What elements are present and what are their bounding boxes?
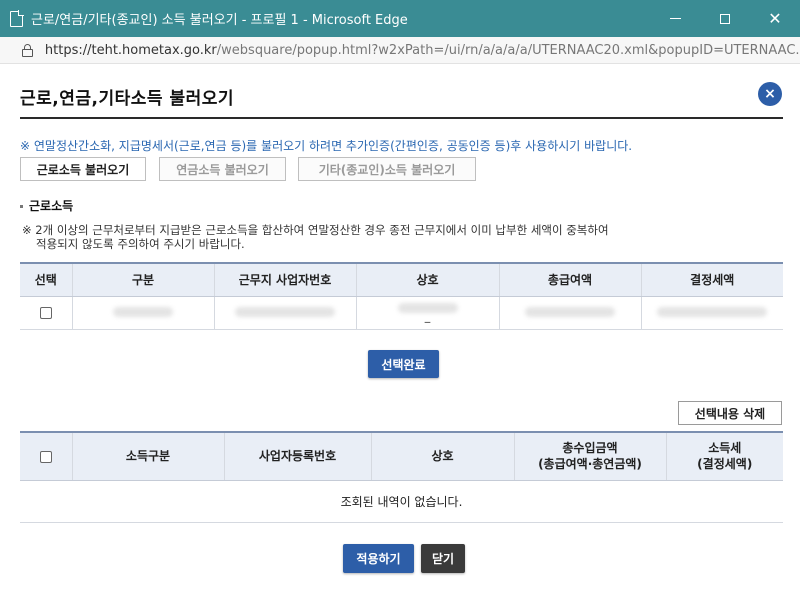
redacted-tax <box>657 306 768 317</box>
redacted-type <box>113 306 173 317</box>
col-type: 구분 <box>71 262 214 297</box>
close-button[interactable]: 닫기 <box>421 544 465 573</box>
empty-message: 조회된 내역이 없습니다. <box>20 480 783 523</box>
delete-selection-button[interactable]: 선택내용 삭제 <box>678 401 782 425</box>
popup-title: 근로,연금,기타소득 불러오기 <box>20 89 235 109</box>
auth-notice: ※ 연말정산간소화, 지급명세서(근로,연금 등)를 불러오기 하려면 추가인증… <box>20 139 633 153</box>
document-icon <box>10 10 24 27</box>
col-total-pay: 총급여액 <box>498 262 641 297</box>
address-bar[interactable]: https://teht.hometax.go.kr/websquare/pop… <box>0 37 800 64</box>
earned-income-table: 선택 구분 근무지 사업자번호 상호 총급여액 결정세액 _ <box>20 262 783 330</box>
redacted-biz-no <box>235 306 335 317</box>
duplicate-tax-warning: ※ 2개 이상의 근무처로부터 지급받은 근로소득을 합산하여 연말정산한 경우… <box>22 223 609 251</box>
maximize-button[interactable] <box>700 0 750 37</box>
bullet-icon <box>20 205 23 208</box>
select-all-checkbox[interactable] <box>39 450 52 463</box>
popup-close-button[interactable]: × <box>758 82 782 106</box>
window-title: 근로/연금/기타(종교인) 소득 불러오기 - 프로필 1 - Microsof… <box>31 13 408 28</box>
col-tax: 결정세액 <box>640 262 783 297</box>
col-income-tax: 소득세 (결정세액) <box>665 431 783 481</box>
lock-icon[interactable] <box>22 43 33 57</box>
maximize-icon <box>720 13 730 24</box>
col-select-all <box>20 431 72 481</box>
url-text[interactable]: https://teht.hometax.go.kr/websquare/pop… <box>45 43 800 58</box>
redacted-total-pay <box>525 306 615 317</box>
section-title: 근로소득 <box>20 197 73 214</box>
select-done-button[interactable]: 선택완료 <box>368 350 439 378</box>
selected-income-table: 소득구분 사업자등록번호 상호 총수입금액 (총급여액·총연금액) 소득세 (결정세… <box>20 431 783 523</box>
title-divider <box>20 117 783 119</box>
tab-other-income[interactable]: 기타(종교인)소득 불러오기 <box>298 157 476 181</box>
tab-pension-income[interactable]: 연금소득 불러오기 <box>159 157 286 181</box>
table-row[interactable]: _ <box>20 296 783 330</box>
col-name: 상호 <box>355 262 499 297</box>
col-select: 선택 <box>20 262 72 297</box>
row-checkbox[interactable] <box>39 307 52 319</box>
col-biz-no: 근무지 사업자번호 <box>213 262 356 297</box>
window-close-button[interactable]: ✕ <box>750 0 800 37</box>
close-icon: ✕ <box>768 9 782 28</box>
minimize-button[interactable] <box>650 0 700 37</box>
tab-earned-income[interactable]: 근로소득 불러오기 <box>20 157 146 181</box>
col-total-income: 총수입금액 (총급여액·총연금액) <box>513 431 666 481</box>
apply-button[interactable]: 적용하기 <box>343 544 414 573</box>
redacted-name <box>397 303 458 313</box>
col-reg-no: 사업자등록번호 <box>223 431 371 481</box>
window-title-bar: 근로/연금/기타(종교인) 소득 불러오기 - 프로필 1 - Microsof… <box>0 0 800 37</box>
col-company: 상호 <box>370 431 514 481</box>
col-income-type: 소득구분 <box>71 431 224 481</box>
minimize-icon <box>669 18 681 19</box>
close-icon: × <box>764 86 776 102</box>
